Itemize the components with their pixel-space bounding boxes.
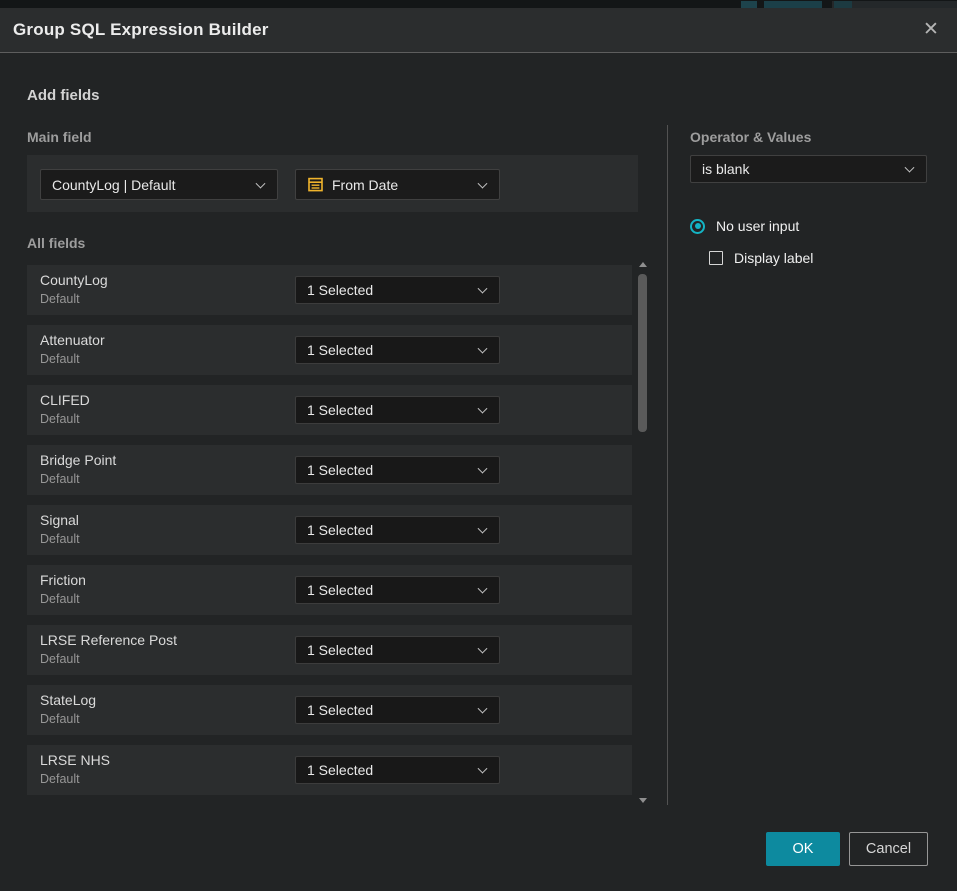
background-fragment — [834, 1, 852, 8]
field-sublabel: Default — [40, 532, 80, 546]
display-label-label: Display label — [734, 250, 813, 266]
field-selected-dropdown[interactable]: 1 Selected — [295, 516, 500, 544]
field-row: Bridge Point Default 1 Selected — [27, 445, 632, 495]
chevron-down-icon — [478, 284, 488, 294]
calendar-icon — [307, 176, 324, 193]
field-name: Signal — [40, 512, 79, 528]
field-selected-value: 1 Selected — [307, 762, 373, 778]
layer-select-dropdown[interactable]: CountyLog | Default — [40, 169, 278, 200]
field-selected-dropdown[interactable]: 1 Selected — [295, 396, 500, 424]
field-row: StateLog Default 1 Selected — [27, 685, 632, 735]
fields-scrollbar[interactable] — [636, 260, 650, 805]
field-sublabel: Default — [40, 472, 80, 486]
all-fields-list: CountyLog Default 1 Selected Attenuator … — [27, 265, 632, 805]
field-name: LRSE NHS — [40, 752, 110, 768]
layer-select-value: CountyLog | Default — [52, 177, 176, 193]
field-sublabel: Default — [40, 712, 80, 726]
field-selected-dropdown[interactable]: 1 Selected — [295, 456, 500, 484]
dialog-titlebar: Group SQL Expression Builder ✕ — [0, 8, 957, 53]
chevron-down-icon — [905, 163, 915, 173]
field-selected-value: 1 Selected — [307, 282, 373, 298]
scrollbar-thumb[interactable] — [638, 274, 647, 432]
scroll-up-icon[interactable] — [639, 262, 647, 267]
field-selected-value: 1 Selected — [307, 582, 373, 598]
field-name: Attenuator — [40, 332, 105, 348]
field-sublabel: Default — [40, 592, 80, 606]
all-fields-label: All fields — [27, 235, 85, 251]
field-selected-dropdown[interactable]: 1 Selected — [295, 696, 500, 724]
cancel-button[interactable]: Cancel — [849, 832, 928, 866]
background-fragment — [741, 1, 757, 8]
checkbox-unchecked-icon[interactable] — [709, 251, 723, 265]
field-name: StateLog — [40, 692, 96, 708]
field-sublabel: Default — [40, 412, 80, 426]
operator-select-value: is blank — [702, 161, 749, 177]
field-selected-dropdown[interactable]: 1 Selected — [295, 336, 500, 364]
field-selected-value: 1 Selected — [307, 702, 373, 718]
field-row: CLIFED Default 1 Selected — [27, 385, 632, 435]
field-row: Attenuator Default 1 Selected — [27, 325, 632, 375]
chevron-down-icon — [478, 704, 488, 714]
field-name: CountyLog — [40, 272, 108, 288]
field-name: LRSE Reference Post — [40, 632, 177, 648]
field-sublabel: Default — [40, 652, 80, 666]
field-selected-value: 1 Selected — [307, 342, 373, 358]
field-row: LRSE NHS Default 1 Selected — [27, 745, 632, 795]
field-name: Friction — [40, 572, 86, 588]
background-fragment — [764, 1, 822, 8]
chevron-down-icon — [478, 464, 488, 474]
field-selected-dropdown[interactable]: 1 Selected — [295, 576, 500, 604]
field-select-value: From Date — [332, 177, 398, 193]
chevron-down-icon — [478, 644, 488, 654]
radio-selected-icon[interactable] — [690, 219, 705, 234]
chevron-down-icon — [256, 178, 266, 188]
field-selected-value: 1 Selected — [307, 462, 373, 478]
field-selected-dropdown[interactable]: 1 Selected — [295, 756, 500, 784]
ok-button[interactable]: OK — [766, 832, 840, 866]
chevron-down-icon — [478, 404, 488, 414]
vertical-divider — [667, 125, 668, 805]
chevron-down-icon — [478, 344, 488, 354]
field-name: Bridge Point — [40, 452, 116, 468]
operator-values-label: Operator & Values — [690, 129, 811, 145]
field-name: CLIFED — [40, 392, 90, 408]
close-icon[interactable]: ✕ — [918, 17, 944, 43]
field-row: Friction Default 1 Selected — [27, 565, 632, 615]
chevron-down-icon — [478, 178, 488, 188]
field-sublabel: Default — [40, 352, 80, 366]
field-sublabel: Default — [40, 772, 80, 786]
chevron-down-icon — [478, 524, 488, 534]
field-selected-value: 1 Selected — [307, 522, 373, 538]
display-label-checkbox[interactable]: Display label — [709, 250, 813, 266]
field-selected-dropdown[interactable]: 1 Selected — [295, 636, 500, 664]
add-fields-heading: Add fields — [27, 87, 100, 104]
operator-select-dropdown[interactable]: is blank — [690, 155, 927, 183]
field-row: LRSE Reference Post Default 1 Selected — [27, 625, 632, 675]
chevron-down-icon — [478, 764, 488, 774]
field-selected-value: 1 Selected — [307, 642, 373, 658]
main-field-panel: CountyLog | Default From Date — [27, 155, 638, 212]
no-user-input-label: No user input — [716, 218, 799, 234]
no-user-input-radio[interactable]: No user input — [690, 218, 799, 234]
field-row: CountyLog Default 1 Selected — [27, 265, 632, 315]
dialog-title: Group SQL Expression Builder — [13, 20, 269, 40]
field-sublabel: Default — [40, 292, 80, 306]
field-selected-dropdown[interactable]: 1 Selected — [295, 276, 500, 304]
scroll-down-icon[interactable] — [639, 798, 647, 803]
background-app-bar — [0, 0, 957, 8]
field-row: Signal Default 1 Selected — [27, 505, 632, 555]
field-selected-value: 1 Selected — [307, 402, 373, 418]
chevron-down-icon — [478, 584, 488, 594]
field-select-dropdown[interactable]: From Date — [295, 169, 500, 200]
group-sql-expression-builder-dialog: Group SQL Expression Builder ✕ Add field… — [0, 8, 957, 891]
main-field-label: Main field — [27, 129, 92, 145]
